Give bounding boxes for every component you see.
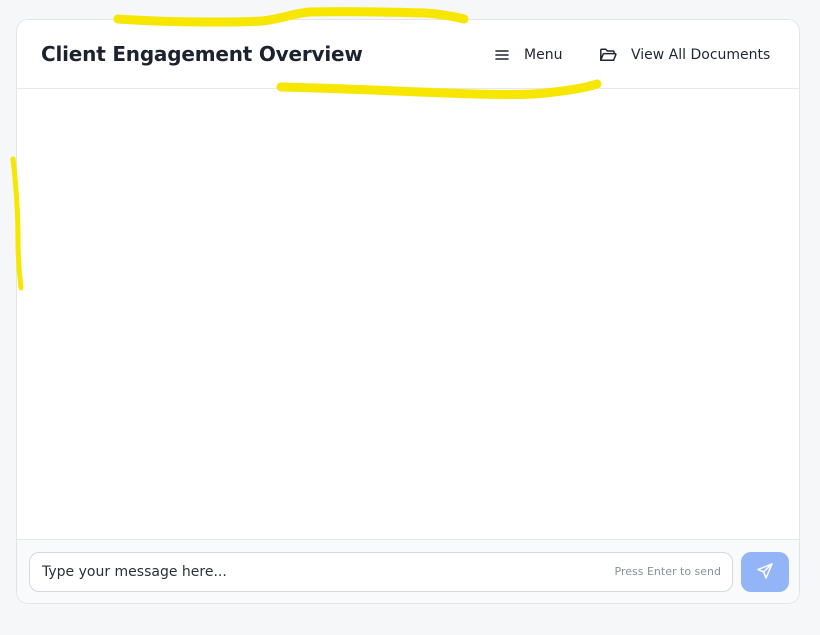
view-all-documents-button[interactable]: View All Documents: [599, 42, 770, 68]
send-hint: Press Enter to send: [614, 565, 721, 578]
hamburger-menu-icon: [494, 47, 510, 63]
panel-header: Client Engagement Overview Menu View All…: [17, 20, 799, 89]
message-input-wrapper: Press Enter to send: [29, 552, 733, 592]
menu-button[interactable]: Menu: [494, 42, 562, 68]
send-button[interactable]: [741, 552, 789, 592]
message-composer: Press Enter to send: [17, 539, 799, 603]
send-icon: [756, 562, 774, 583]
folder-open-icon: [599, 47, 617, 63]
message-area: [17, 89, 799, 541]
message-input[interactable]: [30, 553, 590, 591]
menu-label: Menu: [524, 47, 563, 63]
chat-panel: Client Engagement Overview Menu View All…: [16, 19, 800, 604]
page-title: Client Engagement Overview: [41, 42, 363, 66]
view-all-documents-label: View All Documents: [631, 47, 771, 63]
